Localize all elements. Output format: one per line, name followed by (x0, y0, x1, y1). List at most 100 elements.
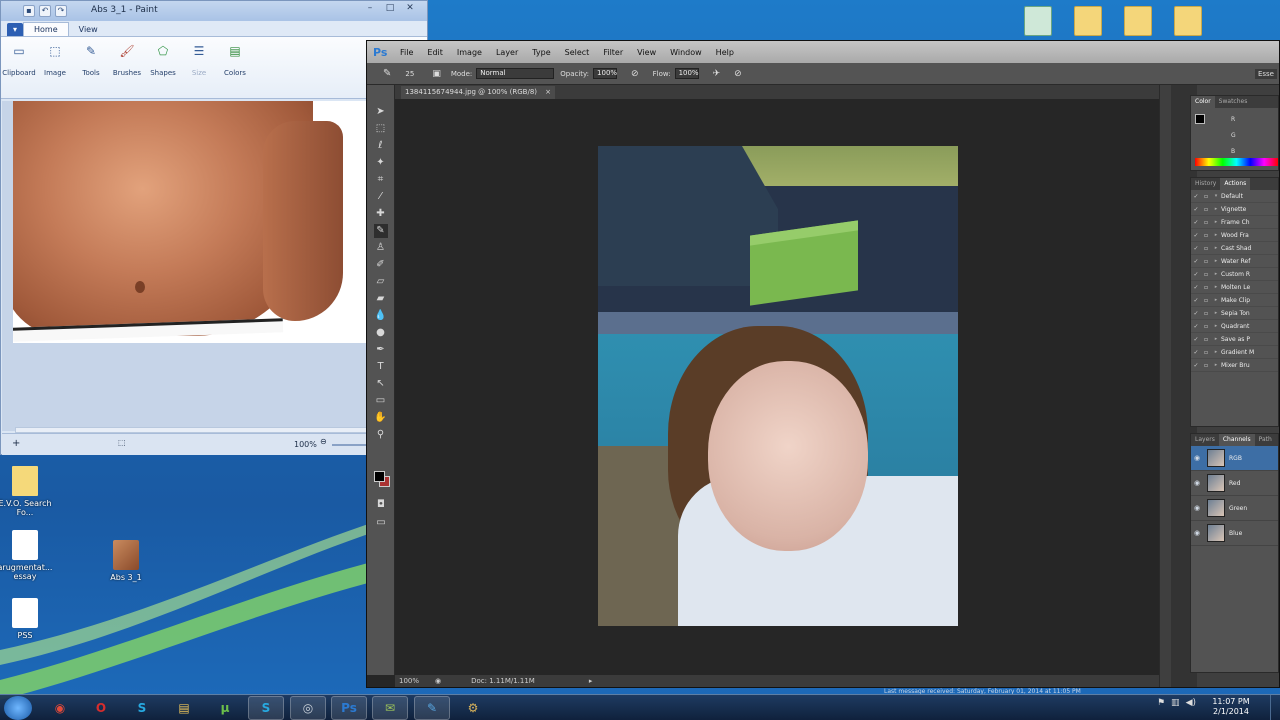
dialog-toggle-icon[interactable]: ▫ (1201, 297, 1211, 304)
tab-channels[interactable]: Channels (1218, 434, 1255, 446)
desktop-icon-essay[interactable]: arugmentat... essay (0, 530, 56, 581)
hand-tool-icon[interactable]: ✋ (374, 411, 388, 425)
taskbar-utorrent-icon[interactable]: μ (207, 696, 243, 720)
dialog-toggle-icon[interactable]: ▫ (1201, 232, 1211, 239)
ribbon-colors[interactable]: ▤ Colors (219, 41, 251, 98)
volume-icon[interactable]: ◀) (1186, 698, 1196, 708)
checkmark-icon[interactable]: ✓ (1191, 193, 1201, 200)
menu-view[interactable]: View (630, 48, 663, 57)
tab-layers[interactable]: Layers (1191, 434, 1219, 446)
eyedropper-tool-icon[interactable]: ⁄ (374, 190, 388, 204)
ribbon-image[interactable]: ⬚ Image (39, 41, 71, 98)
checkmark-icon[interactable]: ✓ (1191, 284, 1201, 291)
dialog-toggle-icon[interactable]: ▫ (1201, 245, 1211, 252)
airbrush-icon[interactable]: ✈ (713, 69, 721, 79)
screen-mode-icon[interactable]: ▭ (374, 516, 388, 530)
paint-canvas-area[interactable] (2, 101, 428, 431)
action-item[interactable]: ✓ ▫ ▸ Molten Le (1191, 281, 1278, 294)
channel-row[interactable]: ◉ RGB (1191, 446, 1278, 471)
checkmark-icon[interactable]: ✓ (1191, 232, 1201, 239)
network-icon[interactable]: ▥ (1171, 698, 1180, 708)
taskbar-skype-1-icon[interactable]: S (124, 696, 160, 720)
taskbar-opera-icon[interactable]: O (83, 696, 119, 720)
visibility-eye-icon[interactable]: ◉ (1191, 454, 1203, 462)
checkmark-icon[interactable]: ✓ (1191, 297, 1201, 304)
clock[interactable]: 11:07 PM 2/1/2014 (1206, 697, 1256, 717)
workspace-switcher[interactable]: Esse (1254, 68, 1277, 79)
pressure-size-icon[interactable]: ⊘ (734, 69, 742, 79)
visibility-eye-icon[interactable]: ◉ (1191, 479, 1203, 487)
expand-arrow-icon[interactable]: ▸ (1211, 271, 1221, 277)
expand-arrow-icon[interactable]: ▸ (1211, 258, 1221, 264)
opacity-input[interactable]: 100% (593, 68, 617, 79)
tab-swatches[interactable]: Swatches (1215, 96, 1252, 108)
type-tool-icon[interactable]: T (374, 360, 388, 374)
dialog-toggle-icon[interactable]: ▫ (1201, 284, 1211, 291)
action-item[interactable]: ✓ ▫ ▸ Make Clip (1191, 294, 1278, 307)
channel-row[interactable]: ◉ Green (1191, 496, 1278, 521)
checkmark-icon[interactable]: ✓ (1191, 271, 1201, 278)
quick-select-tool-icon[interactable]: ✦ (374, 156, 388, 170)
expand-arrow-icon[interactable]: ▸ (1211, 232, 1221, 238)
top-folder-icon-1[interactable] (1024, 6, 1052, 36)
expand-arrow-icon[interactable]: ▸ (1211, 349, 1221, 355)
dodge-tool-icon[interactable]: ● (374, 326, 388, 340)
ribbon-size[interactable]: ☰ Size (183, 41, 215, 98)
dialog-toggle-icon[interactable]: ▫ (1201, 362, 1211, 369)
dialog-toggle-icon[interactable]: ▫ (1201, 349, 1211, 356)
tab-history[interactable]: History (1191, 178, 1220, 190)
mode-select[interactable]: Normal (476, 68, 555, 79)
marquee-tool-icon[interactable]: ⬚ (374, 122, 388, 136)
expand-arrow-icon[interactable]: ▸ (1211, 310, 1221, 316)
dialog-toggle-icon[interactable]: ▫ (1201, 323, 1211, 330)
menu-edit[interactable]: Edit (420, 48, 450, 57)
checkmark-icon[interactable]: ✓ (1191, 258, 1201, 265)
menu-window[interactable]: Window (663, 48, 709, 57)
channel-row[interactable]: ◉ Blue (1191, 521, 1278, 546)
document-photo[interactable] (598, 146, 958, 626)
checkmark-icon[interactable]: ✓ (1191, 336, 1201, 343)
flag-icon[interactable]: ⚑ (1157, 698, 1165, 708)
tab-paths[interactable]: Path (1255, 434, 1276, 446)
action-item[interactable]: ✓ ▫ ▸ Wood Fra (1191, 229, 1278, 242)
maximize-button[interactable]: □ (381, 2, 399, 16)
checkmark-icon[interactable]: ✓ (1191, 362, 1201, 369)
blur-tool-icon[interactable]: 💧 (374, 309, 388, 323)
expand-arrow-icon[interactable]: ▾ (1211, 193, 1221, 199)
color-fg-swatch[interactable] (1195, 114, 1205, 124)
dialog-toggle-icon[interactable]: ▫ (1201, 310, 1211, 317)
action-item[interactable]: ✓ ▫ ▸ Frame Ch (1191, 216, 1278, 229)
dialog-toggle-icon[interactable]: ▫ (1201, 336, 1211, 343)
expand-arrow-icon[interactable]: ▸ (1211, 206, 1221, 212)
expand-arrow-icon[interactable]: ▸ (1211, 245, 1221, 251)
gradient-tool-icon[interactable]: ▰ (374, 292, 388, 306)
document-tab[interactable]: 1384115674944.jpg @ 100% (RGB/8) × (401, 86, 556, 99)
action-item[interactable]: ✓ ▫ ▸ Save as P (1191, 333, 1278, 346)
brush-panel-icon[interactable]: ▣ (432, 69, 441, 79)
menu-help[interactable]: Help (709, 48, 741, 57)
shape-tool-icon[interactable]: ▭ (374, 394, 388, 408)
checkmark-icon[interactable]: ✓ (1191, 323, 1201, 330)
minimize-button[interactable]: – (361, 2, 379, 16)
tab-color[interactable]: Color (1191, 96, 1215, 108)
eraser-tool-icon[interactable]: ▱ (374, 275, 388, 289)
zoom-out-icon[interactable]: ⊖ (320, 437, 327, 446)
action-item[interactable]: ✓ ▫ ▸ Cast Shad (1191, 242, 1278, 255)
dialog-toggle-icon[interactable]: ▫ (1201, 193, 1211, 200)
menu-type[interactable]: Type (525, 48, 557, 57)
expand-arrow-icon[interactable]: ▸ (1211, 336, 1221, 342)
action-item[interactable]: ✓ ▫ ▸ Quadrant (1191, 320, 1278, 333)
lasso-tool-icon[interactable]: ℓ (374, 139, 388, 153)
dialog-toggle-icon[interactable]: ▫ (1201, 219, 1211, 226)
close-document-icon[interactable]: × (545, 86, 551, 98)
expand-arrow-icon[interactable]: ▸ (1211, 284, 1221, 290)
visibility-eye-icon[interactable]: ◉ (1191, 529, 1203, 537)
dialog-toggle-icon[interactable]: ▫ (1201, 258, 1211, 265)
pressure-opacity-icon[interactable]: ⊘ (631, 69, 639, 79)
clone-stamp-tool-icon[interactable]: ♙ (374, 241, 388, 255)
dialog-toggle-icon[interactable]: ▫ (1201, 271, 1211, 278)
taskbar-misc-icon[interactable]: ⚙ (455, 696, 491, 720)
save-icon[interactable]: ▪ (23, 5, 35, 17)
taskbar-chrome-icon[interactable]: ◉ (42, 696, 78, 720)
menu-select[interactable]: Select (558, 48, 597, 57)
